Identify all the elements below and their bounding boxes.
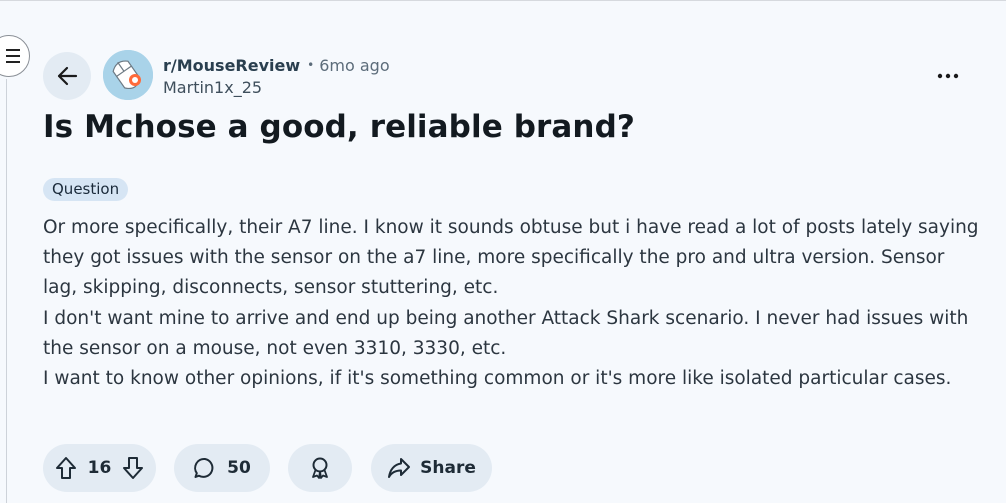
share-button[interactable]: Share: [371, 444, 492, 492]
body-paragraph: I want to know other opinions, if it's s…: [43, 368, 952, 390]
hamburger-icon: [0, 49, 22, 63]
more-horizontal-icon: [937, 73, 959, 79]
post-title: Is Mchose a good, reliable brand?: [43, 109, 635, 145]
more-options-button[interactable]: [930, 63, 966, 89]
post-flair[interactable]: Question: [43, 178, 129, 201]
comments-button[interactable]: 50: [174, 444, 270, 492]
post-view: r/MouseReview • 6mo ago Martin1x_25 Is M…: [0, 0, 1006, 503]
arrow-left-icon: [56, 66, 78, 86]
arrow-up-icon[interactable]: [55, 456, 77, 480]
share-arrow-icon: [387, 457, 411, 479]
back-button[interactable]: [43, 52, 91, 100]
subreddit-link[interactable]: r/MouseReview: [163, 56, 300, 75]
subreddit-avatar[interactable]: [103, 50, 153, 100]
divider: [6, 79, 7, 503]
author-link[interactable]: Martin1x_25: [163, 78, 262, 97]
vote-bar: 16: [43, 444, 156, 492]
post-meta: r/MouseReview • 6mo ago: [163, 54, 390, 76]
award-button[interactable]: [288, 444, 352, 492]
body-paragraph: I don't want mine to arrive and end up b…: [43, 307, 969, 359]
menu-button[interactable]: [0, 35, 30, 77]
post-time: 6mo ago: [319, 55, 390, 75]
share-label: Share: [420, 458, 476, 478]
post-body: Or more specifically, their A7 line. I k…: [43, 213, 983, 394]
meta-separator: •: [307, 58, 315, 72]
award-icon: [309, 456, 331, 480]
body-paragraph: Or more specifically, their A7 line. I k…: [43, 217, 979, 299]
comment-count: 50: [227, 458, 251, 478]
vote-count: 16: [87, 458, 112, 478]
arrow-down-icon[interactable]: [122, 456, 144, 480]
comment-bubble-icon: [193, 456, 217, 480]
